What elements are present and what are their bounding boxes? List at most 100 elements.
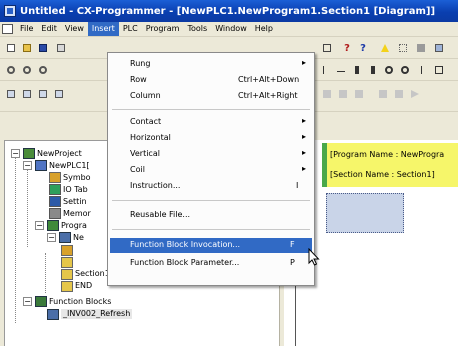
compare-icon[interactable] (352, 87, 366, 101)
menu-bar: File Edit View Insert PLC Program Tools … (0, 22, 458, 37)
symbols-icon (61, 245, 73, 256)
menu-separator (112, 109, 310, 110)
menu-item-function-block-invocation[interactable]: Function Block Invocation... F (110, 238, 312, 253)
zoom-out-icon[interactable] (20, 63, 34, 77)
menu-view[interactable]: View (61, 22, 88, 36)
horizontal-line-icon[interactable] (334, 63, 348, 77)
programs-icon (47, 220, 59, 231)
rung-bar (322, 143, 327, 187)
program-name-label: [Program Name : NewProgra (330, 150, 445, 159)
menu-item-instruction[interactable]: Instruction... I (110, 179, 312, 194)
menu-item-reusable-file[interactable]: Reusable File... (110, 208, 312, 223)
tree-item-section1[interactable]: Section1 (75, 269, 110, 279)
help-icon[interactable]: ? (340, 41, 354, 55)
save-icon[interactable] (36, 41, 50, 55)
settings-icon (49, 196, 61, 207)
program-mode-icon[interactable] (376, 87, 390, 101)
menu-item-contact[interactable]: Contact ▸ (110, 115, 312, 130)
expander-function-blocks[interactable]: − (23, 297, 32, 306)
function-blocks-icon (35, 296, 47, 307)
menu-item-coil[interactable]: Coil ▸ (110, 163, 312, 178)
submenu-arrow-icon: ▸ (302, 132, 307, 141)
expander-newplc1[interactable]: − (23, 161, 32, 170)
closed-contact-icon[interactable] (366, 63, 380, 77)
menu-insert[interactable]: Insert (87, 22, 119, 36)
new-file-icon[interactable] (4, 41, 18, 55)
plc-icon (35, 160, 47, 171)
menu-separator (112, 229, 310, 230)
monitor-mode-icon[interactable] (392, 87, 406, 101)
monitor-icon[interactable] (432, 41, 446, 55)
project-icon (23, 148, 35, 159)
print-icon[interactable] (54, 41, 68, 55)
memory-icon (49, 208, 61, 219)
menu-program[interactable]: Program (142, 22, 184, 36)
tree-item-newproject[interactable]: NewProject (37, 149, 82, 159)
run-mode-icon[interactable] (408, 87, 422, 101)
io-table-icon (49, 184, 61, 195)
menu-plc[interactable]: PLC (119, 22, 142, 36)
menu-edit[interactable]: Edit (37, 22, 61, 36)
expander-programs[interactable]: − (35, 221, 44, 230)
output-view-icon[interactable] (20, 87, 34, 101)
menu-item-rung[interactable]: Rung ▸ (110, 57, 312, 72)
transfer-icon[interactable] (336, 87, 350, 101)
function-block-icon (47, 309, 59, 320)
context-help-icon[interactable]: ? (356, 41, 370, 55)
menu-item-vertical[interactable]: Vertical ▸ (110, 147, 312, 162)
menu-separator (112, 200, 310, 201)
expander-newproject[interactable]: − (11, 149, 20, 158)
select-mode-icon[interactable] (320, 63, 334, 77)
closed-coil-icon[interactable] (398, 63, 412, 77)
settings-icon[interactable] (414, 41, 428, 55)
grid-icon[interactable] (396, 41, 410, 55)
expander-newprogram1[interactable]: − (47, 233, 56, 242)
online-icon[interactable] (320, 87, 334, 101)
menu-item-column[interactable]: Column Ctrl+Alt+Right (110, 89, 312, 104)
warning-icon[interactable] (378, 41, 392, 55)
tree-item-symbols[interactable]: Symbo (63, 173, 91, 183)
cross-reference-icon[interactable] (52, 87, 66, 101)
menu-window[interactable]: Window (211, 22, 251, 36)
menu-file[interactable]: File (16, 22, 37, 36)
insert-menu: Rung ▸ Row Ctrl+Alt+Down Column Ctrl+Alt… (107, 52, 315, 286)
section-icon (61, 257, 73, 268)
document-icon[interactable] (2, 24, 13, 34)
submenu-arrow-icon: ▸ (302, 148, 307, 157)
tree-item-end[interactable]: END (75, 281, 92, 291)
vertical-line-icon[interactable] (414, 63, 428, 77)
tree-item-newplc1[interactable]: NewPLC1[ (49, 161, 90, 171)
zoom-icon[interactable] (36, 63, 50, 77)
section-name-label: [Section Name : Section1] (330, 170, 435, 179)
watch-view-icon[interactable] (36, 87, 50, 101)
submenu-arrow-icon: ▸ (302, 116, 307, 125)
title-bar: Untitled - CX-Programmer - [NewPLC1.NewP… (0, 0, 458, 22)
tree-item-io-table[interactable]: IO Tab (63, 185, 88, 195)
menu-item-row[interactable]: Row Ctrl+Alt+Down (110, 73, 312, 88)
menu-tools[interactable]: Tools (183, 22, 211, 36)
menu-help[interactable]: Help (251, 22, 277, 36)
menu-item-function-block-parameter[interactable]: Function Block Parameter... P (110, 256, 312, 271)
section-icon (61, 281, 73, 292)
tree-item-inv002-refresh[interactable]: _INV002_Refresh (61, 309, 133, 319)
mouse-cursor-icon (308, 248, 320, 266)
tree-item-programs[interactable]: Progra (61, 221, 87, 231)
rung-header[interactable]: [Program Name : NewProgra [Section Name … (322, 143, 458, 187)
tree-item-newprogram1[interactable]: Ne (73, 233, 84, 243)
tree-item-memory[interactable]: Memor (63, 209, 91, 219)
tree-item-function-blocks[interactable]: Function Blocks (49, 297, 111, 307)
instruction-icon[interactable] (432, 63, 446, 77)
contact-icon[interactable] (350, 63, 364, 77)
zoom-in-icon[interactable] (4, 63, 18, 77)
symbols-icon (49, 172, 61, 183)
program-icon (59, 232, 71, 243)
coil-icon[interactable] (382, 63, 396, 77)
window-title: Untitled - CX-Programmer - [NewPLC1.NewP… (20, 5, 436, 17)
diagram-cursor[interactable] (326, 193, 404, 233)
network-icon[interactable] (320, 41, 334, 55)
tree-item-settings[interactable]: Settin (63, 197, 87, 207)
project-view-icon[interactable] (4, 87, 18, 101)
open-folder-icon[interactable] (20, 41, 34, 55)
menu-item-horizontal[interactable]: Horizontal ▸ (110, 131, 312, 146)
app-icon (4, 5, 16, 17)
